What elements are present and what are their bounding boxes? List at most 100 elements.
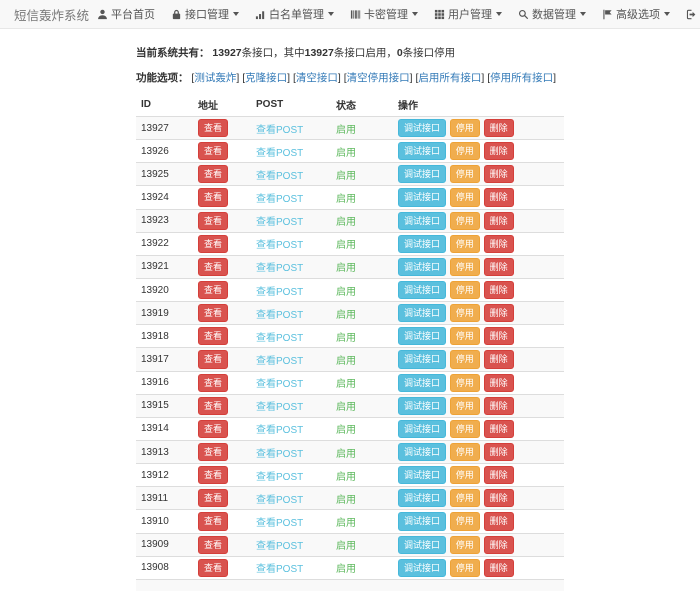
- view-post-link[interactable]: 查看POST: [256, 217, 303, 228]
- delete-button[interactable]: 删除: [484, 142, 514, 160]
- disable-button[interactable]: 停用: [450, 512, 480, 530]
- debug-api-button[interactable]: 调试接口: [398, 235, 446, 253]
- view-post-link[interactable]: 查看POST: [256, 379, 303, 390]
- delete-button[interactable]: 删除: [484, 258, 514, 276]
- delete-button[interactable]: 删除: [484, 281, 514, 299]
- delete-button[interactable]: 删除: [484, 327, 514, 345]
- debug-api-button[interactable]: 调试接口: [398, 536, 446, 554]
- disable-button[interactable]: 停用: [450, 258, 480, 276]
- view-post-link[interactable]: 查看POST: [256, 564, 303, 575]
- view-button[interactable]: 查看: [198, 119, 228, 137]
- disable-button[interactable]: 停用: [450, 397, 480, 415]
- debug-api-button[interactable]: 调试接口: [398, 212, 446, 230]
- option-link-enable-all-api[interactable]: 启用所有接口: [418, 72, 481, 84]
- view-button[interactable]: 查看: [198, 235, 228, 253]
- view-post-link[interactable]: 查看POST: [256, 333, 303, 344]
- view-post-link[interactable]: 查看POST: [256, 263, 303, 274]
- delete-button[interactable]: 删除: [484, 235, 514, 253]
- delete-button[interactable]: 删除: [484, 489, 514, 507]
- view-button[interactable]: 查看: [198, 443, 228, 461]
- delete-button[interactable]: 删除: [484, 466, 514, 484]
- view-button[interactable]: 查看: [198, 466, 228, 484]
- disable-button[interactable]: 停用: [450, 489, 480, 507]
- view-button[interactable]: 查看: [198, 512, 228, 530]
- debug-api-button[interactable]: 调试接口: [398, 350, 446, 368]
- disable-button[interactable]: 停用: [450, 374, 480, 392]
- view-button[interactable]: 查看: [198, 536, 228, 554]
- option-link-disable-all-api[interactable]: 停用所有接口: [490, 72, 553, 84]
- view-button[interactable]: 查看: [198, 489, 228, 507]
- view-post-link[interactable]: 查看POST: [256, 541, 303, 552]
- delete-button[interactable]: 删除: [484, 212, 514, 230]
- disable-button[interactable]: 停用: [450, 350, 480, 368]
- view-button[interactable]: 查看: [198, 304, 228, 322]
- delete-button[interactable]: 删除: [484, 374, 514, 392]
- delete-button[interactable]: 删除: [484, 559, 514, 577]
- option-link-test-bomb[interactable]: 测试轰炸: [194, 72, 236, 84]
- debug-api-button[interactable]: 调试接口: [398, 304, 446, 322]
- view-button[interactable]: 查看: [198, 188, 228, 206]
- disable-button[interactable]: 停用: [450, 165, 480, 183]
- view-post-link[interactable]: 查看POST: [256, 148, 303, 159]
- debug-api-button[interactable]: 调试接口: [398, 165, 446, 183]
- view-post-link[interactable]: 查看POST: [256, 472, 303, 483]
- disable-button[interactable]: 停用: [450, 235, 480, 253]
- debug-api-button[interactable]: 调试接口: [398, 258, 446, 276]
- debug-api-button[interactable]: 调试接口: [398, 188, 446, 206]
- view-post-link[interactable]: 查看POST: [256, 356, 303, 367]
- debug-api-button[interactable]: 调试接口: [398, 466, 446, 484]
- disable-button[interactable]: 停用: [450, 304, 480, 322]
- view-button[interactable]: 查看: [198, 374, 228, 392]
- view-post-link[interactable]: 查看POST: [256, 402, 303, 413]
- delete-button[interactable]: 删除: [484, 397, 514, 415]
- disable-button[interactable]: 停用: [450, 188, 480, 206]
- disable-button[interactable]: 停用: [450, 119, 480, 137]
- debug-api-button[interactable]: 调试接口: [398, 327, 446, 345]
- disable-button[interactable]: 停用: [450, 420, 480, 438]
- nav-item-whitelist-management[interactable]: 白名单管理: [247, 0, 342, 28]
- view-button[interactable]: 查看: [198, 258, 228, 276]
- app-title[interactable]: 短信轰炸系统: [14, 5, 89, 24]
- debug-api-button[interactable]: 调试接口: [398, 489, 446, 507]
- debug-api-button[interactable]: 调试接口: [398, 374, 446, 392]
- nav-item-advanced-options[interactable]: 高级选项: [594, 0, 678, 28]
- view-post-link[interactable]: 查看POST: [256, 194, 303, 205]
- debug-api-button[interactable]: 调试接口: [398, 443, 446, 461]
- view-button[interactable]: 查看: [198, 327, 228, 345]
- view-button[interactable]: 查看: [198, 212, 228, 230]
- disable-button[interactable]: 停用: [450, 281, 480, 299]
- delete-button[interactable]: 删除: [484, 165, 514, 183]
- view-post-link[interactable]: 查看POST: [256, 425, 303, 436]
- option-link-clear-api[interactable]: 清空接口: [296, 72, 338, 84]
- view-button[interactable]: 查看: [198, 397, 228, 415]
- nav-item-platform-home[interactable]: 平台首页: [89, 0, 163, 28]
- delete-button[interactable]: 删除: [484, 420, 514, 438]
- disable-button[interactable]: 停用: [450, 327, 480, 345]
- debug-api-button[interactable]: 调试接口: [398, 281, 446, 299]
- disable-button[interactable]: 停用: [450, 559, 480, 577]
- view-post-link[interactable]: 查看POST: [256, 125, 303, 136]
- view-button[interactable]: 查看: [198, 559, 228, 577]
- disable-button[interactable]: 停用: [450, 466, 480, 484]
- nav-item-api-management[interactable]: 接口管理: [163, 0, 247, 28]
- view-button[interactable]: 查看: [198, 420, 228, 438]
- disable-button[interactable]: 停用: [450, 536, 480, 554]
- delete-button[interactable]: 删除: [484, 443, 514, 461]
- debug-api-button[interactable]: 调试接口: [398, 397, 446, 415]
- view-post-link[interactable]: 查看POST: [256, 310, 303, 321]
- view-button[interactable]: 查看: [198, 142, 228, 160]
- debug-api-button[interactable]: 调试接口: [398, 512, 446, 530]
- debug-api-button[interactable]: 调试接口: [398, 119, 446, 137]
- view-post-link[interactable]: 查看POST: [256, 518, 303, 529]
- debug-api-button[interactable]: 调试接口: [398, 559, 446, 577]
- nav-item-card-key-management[interactable]: 卡密管理: [342, 0, 426, 28]
- delete-button[interactable]: 删除: [484, 304, 514, 322]
- view-button[interactable]: 查看: [198, 350, 228, 368]
- delete-button[interactable]: 删除: [484, 536, 514, 554]
- view-button[interactable]: 查看: [198, 165, 228, 183]
- disable-button[interactable]: 停用: [450, 212, 480, 230]
- view-button[interactable]: 查看: [198, 281, 228, 299]
- nav-item-user-management[interactable]: 用户管理: [426, 0, 510, 28]
- disable-button[interactable]: 停用: [450, 443, 480, 461]
- debug-api-button[interactable]: 调试接口: [398, 142, 446, 160]
